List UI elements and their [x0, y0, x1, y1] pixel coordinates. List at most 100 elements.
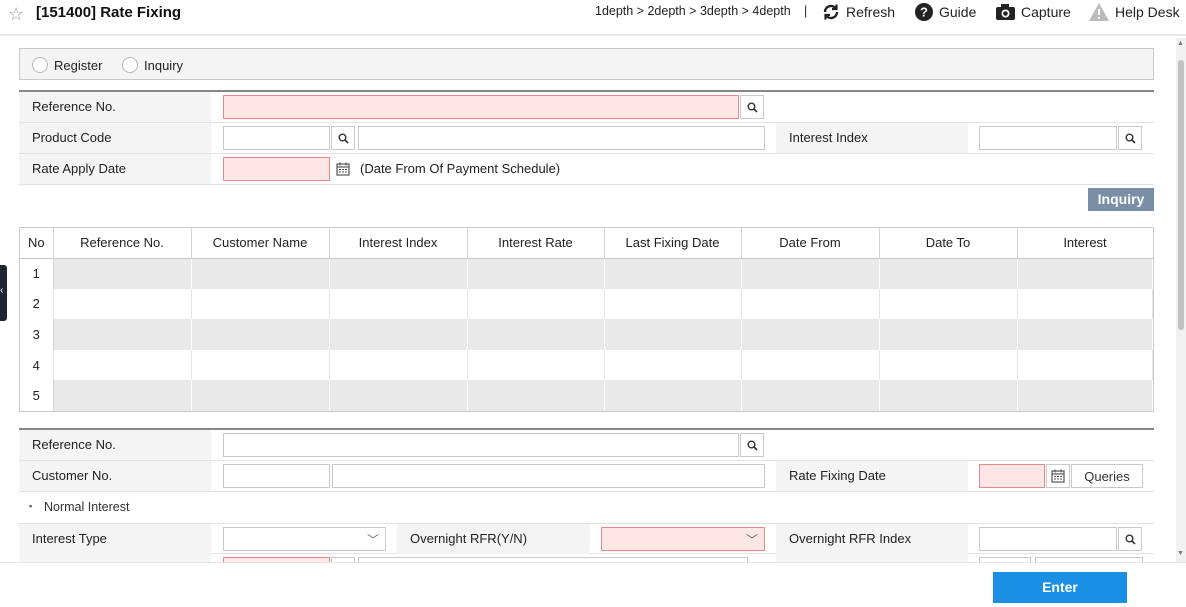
favorite-star-icon[interactable]: ☆	[8, 4, 24, 25]
scrollbar-thumb[interactable]	[1178, 60, 1184, 330]
col-interest-index[interactable]: Interest Index	[329, 228, 468, 259]
reference-search-button[interactable]	[740, 95, 764, 119]
register-radio[interactable]: Register	[32, 57, 102, 73]
customer-no-input[interactable]	[223, 464, 330, 488]
interest-type-label: Interest Type	[19, 524, 211, 554]
search-row-reference: Reference No.	[19, 92, 1154, 123]
scroll-up-icon[interactable]: ▲	[1177, 40, 1184, 47]
detail-row-interest-type: Interest Type ﹀ Overnight RFR(Y/N) ﹀ Ove…	[19, 523, 1154, 554]
guide-label: Guide	[939, 4, 977, 20]
helpdesk-button[interactable]: Help Desk	[1088, 1, 1180, 23]
search-icon	[747, 440, 758, 451]
col-no[interactable]: No	[20, 228, 54, 259]
rate-apply-calendar-button[interactable]	[331, 157, 355, 181]
rounding-rule-label: Rounding Rule	[776, 554, 968, 562]
col-interest-rate[interactable]: Interest Rate	[467, 228, 605, 259]
guide-button[interactable]: ? Guide	[914, 1, 976, 23]
rate-fixing-date-label: Rate Fixing Date	[776, 461, 968, 491]
help-circle-icon: ?	[914, 2, 934, 22]
product-code-input[interactable]	[223, 126, 330, 150]
refresh-icon	[821, 3, 841, 21]
normal-interest-label: Normal Interest	[44, 500, 130, 514]
register-radio-circle[interactable]	[32, 57, 48, 73]
warning-icon	[1088, 2, 1110, 22]
row-number: 5	[20, 380, 54, 411]
rate-fixing-date-input[interactable]	[979, 464, 1045, 488]
detail-reference-no-label: Reference No.	[19, 430, 211, 460]
col-customer-name[interactable]: Customer Name	[191, 228, 330, 259]
rate-apply-date-label: Rate Apply Date	[19, 154, 211, 184]
index-code-label: Index Code	[19, 554, 211, 562]
calendar-icon	[1051, 469, 1065, 483]
grid-header-row: No Reference No. Customer Name Interest …	[20, 228, 1153, 259]
customer-no-label: Customer No.	[19, 461, 211, 491]
col-reference-no[interactable]: Reference No.	[53, 228, 192, 259]
product-code-search-button[interactable]	[331, 126, 355, 150]
svg-text:?: ?	[920, 5, 928, 20]
product-name-input[interactable]	[358, 126, 765, 150]
main-content: Register Inquiry Reference No. Product C…	[0, 38, 1176, 562]
table-row[interactable]: 2	[20, 288, 1153, 320]
overnight-rfr-index-input[interactable]	[979, 527, 1117, 551]
detail-row-index-code: Index Code % Rounding Rule	[19, 554, 1154, 562]
row-number: 4	[20, 349, 54, 381]
scroll-down-icon[interactable]: ▼	[1177, 550, 1184, 557]
camera-icon	[995, 3, 1016, 21]
search-form: Reference No. Product Code Interest Inde…	[19, 90, 1154, 185]
inquiry-radio-circle[interactable]	[122, 57, 138, 73]
refresh-label: Refresh	[846, 4, 896, 20]
reference-no-input[interactable]	[223, 95, 739, 119]
overnight-rfr-index-label: Overnight RFR Index	[776, 524, 968, 554]
interest-index-search-button[interactable]	[1118, 126, 1142, 150]
breadcrumb: 1depth > 2depth > 3depth > 4depth	[595, 4, 791, 18]
vertical-scrollbar[interactable]: ▲ ▼	[1176, 38, 1186, 562]
search-icon	[338, 133, 349, 144]
detail-row-reference: Reference No.	[19, 430, 1154, 461]
search-row-product: Product Code Interest Index	[19, 123, 1154, 154]
inquiry-label: Inquiry	[144, 57, 184, 73]
customer-name-input[interactable]	[332, 464, 765, 488]
detail-reference-no-input[interactable]	[223, 433, 739, 457]
rate-apply-date-input[interactable]	[223, 157, 330, 181]
interest-index-label: Interest Index	[776, 123, 968, 153]
interest-index-input[interactable]	[979, 126, 1117, 150]
enter-button[interactable]: Enter	[993, 572, 1127, 603]
overnight-rfr-label: Overnight RFR(Y/N)	[397, 524, 590, 554]
table-row[interactable]: 1	[20, 258, 1153, 289]
table-row[interactable]: 4	[20, 349, 1153, 381]
queries-button[interactable]: Queries	[1071, 464, 1143, 488]
page-title: [151400] Rate Fixing	[36, 4, 182, 21]
rate-fixing-calendar-button[interactable]	[1046, 464, 1070, 488]
detail-reference-search-button[interactable]	[740, 433, 764, 457]
row-number: 1	[20, 258, 54, 289]
search-row-date: Rate Apply Date (Date From Of Payment Sc…	[19, 154, 1154, 185]
table-row[interactable]: 5	[20, 380, 1153, 411]
helpdesk-label: Help Desk	[1115, 4, 1180, 20]
inquiry-radio[interactable]: Inquiry	[122, 57, 183, 73]
refresh-button[interactable]: Refresh	[821, 1, 895, 23]
col-last-fixing-date[interactable]: Last Fixing Date	[604, 228, 742, 259]
col-date-to[interactable]: Date To	[879, 228, 1018, 259]
interest-type-select[interactable]: ﹀	[223, 527, 386, 551]
detail-form: Reference No. Customer No. Rate Fixing D…	[19, 428, 1154, 562]
chevron-down-icon: ﹀	[745, 533, 758, 547]
capture-label: Capture	[1021, 4, 1071, 20]
table-row[interactable]: 3	[20, 319, 1153, 350]
top-bar: ☆ [151400] Rate Fixing 1depth > 2depth >…	[0, 0, 1186, 36]
col-date-from[interactable]: Date From	[741, 228, 880, 259]
col-interest[interactable]: Interest	[1017, 228, 1153, 259]
overnight-rfr-index-search-button[interactable]	[1118, 527, 1142, 551]
overnight-rfr-select[interactable]: ﹀	[601, 527, 765, 551]
search-icon	[747, 102, 758, 113]
footer-bar: Enter	[0, 562, 1186, 607]
reference-no-label: Reference No.	[19, 92, 211, 122]
row-number: 3	[20, 319, 54, 350]
normal-interest-subheader: ▪ Normal Interest	[19, 492, 1154, 523]
search-icon	[1125, 133, 1136, 144]
chevron-down-icon: ﹀	[366, 533, 379, 547]
register-label: Register	[54, 57, 103, 73]
inquiry-button[interactable]: Inquiry	[1088, 188, 1154, 211]
bullet-icon: ▪	[29, 501, 33, 511]
capture-button[interactable]: Capture	[995, 1, 1071, 23]
row-number: 2	[20, 288, 54, 320]
